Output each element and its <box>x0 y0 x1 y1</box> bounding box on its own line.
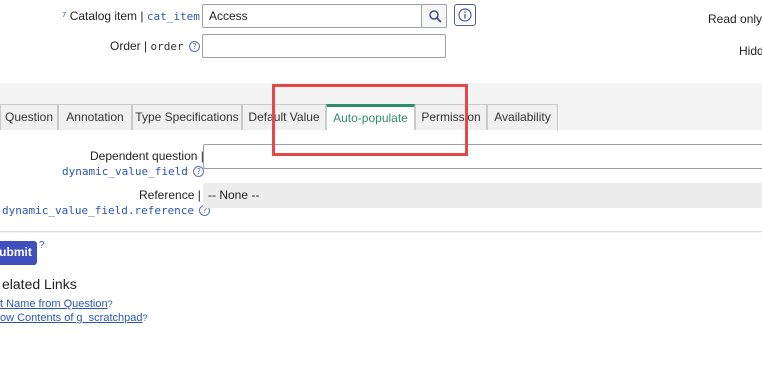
catalog-item-separator: | <box>140 9 144 23</box>
catalog-item-prefix: ⁷ <box>62 9 67 23</box>
highlight-box <box>272 84 468 156</box>
tab-question[interactable]: Question <box>0 104 58 131</box>
submit-button[interactable]: ubmit <box>0 241 37 265</box>
reference-label-row: Reference | <box>139 188 201 202</box>
dependent-question-label-row: Dependent question | <box>90 149 204 163</box>
dependent-question-field-name: dynamic_value_field <box>62 165 188 178</box>
tab-availability[interactable]: Availability <box>487 104 558 131</box>
catalog-item-label: Catalog item <box>69 9 138 23</box>
related-links-title: elated Links <box>2 276 77 292</box>
order-field-name: order <box>150 40 184 53</box>
search-icon <box>429 10 442 23</box>
catalog-item-input[interactable]: Access <box>202 4 422 28</box>
related-link-show-scratchpad[interactable]: ow Contents of g_scratchpad <box>0 312 142 324</box>
info-icon <box>458 8 472 22</box>
order-label-row: Order | order ? <box>110 39 200 53</box>
order-separator: | <box>144 39 148 53</box>
reference-field-row: dynamic_value_field.reference ? <box>2 203 211 217</box>
reference-field-name: dynamic_value_field.reference <box>2 204 195 217</box>
catalog-item-field-name: cat_item <box>146 10 200 23</box>
reference-select-value: -- None -- <box>208 188 260 202</box>
related-link-row: ow Contents of g_scratchpad? <box>0 312 148 324</box>
tab-annotation[interactable]: Annotation <box>58 104 132 131</box>
catalog-item-value: Access <box>209 9 248 23</box>
dependent-question-field-row: dynamic_value_field ? <box>62 164 205 178</box>
order-label: Order <box>110 39 141 53</box>
order-input[interactable] <box>202 34 446 58</box>
catalog-item-search-button[interactable] <box>421 4 447 28</box>
hidden-label: Hidd <box>739 44 762 58</box>
catalog-item-info-button[interactable] <box>454 4 476 26</box>
submit-help-mark[interactable]: ? <box>39 240 45 251</box>
reference-label: Reference <box>139 188 195 202</box>
dependent-question-label: Dependent question <box>90 149 198 163</box>
tab-type-specifications[interactable]: Type Specifications <box>132 104 242 131</box>
read-only-label: Read only | <box>708 12 762 26</box>
related-link-name-from-question[interactable]: t Name from Question <box>0 298 108 310</box>
help-icon[interactable]: ? <box>188 41 200 53</box>
catalog-item-label-row: ⁷ Catalog item | cat_item <box>62 9 200 23</box>
reference-select[interactable]: -- None -- <box>203 183 762 208</box>
related-link-row: t Name from Question? <box>0 298 113 310</box>
